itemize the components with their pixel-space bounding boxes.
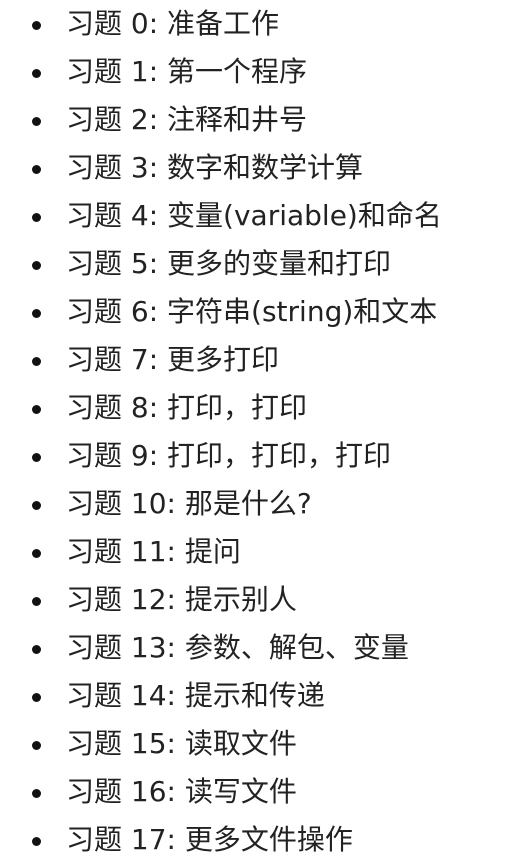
bullet-icon [32, 165, 41, 174]
exercise-link[interactable]: 习题 9: 打印，打印，打印 [66, 432, 391, 480]
exercise-link[interactable]: 习题 7: 更多打印 [66, 336, 279, 384]
exercise-link[interactable]: 习题 1: 第一个程序 [66, 48, 307, 96]
list-item[interactable]: 习题 2: 注释和井号 [0, 96, 510, 144]
exercise-link[interactable]: 习题 2: 注释和井号 [66, 96, 307, 144]
list-item[interactable]: 习题 3: 数字和数学计算 [0, 144, 510, 192]
exercise-link[interactable]: 习题 17: 更多文件操作 [66, 816, 353, 864]
list-item[interactable]: 习题 7: 更多打印 [0, 336, 510, 384]
bullet-icon [32, 405, 41, 414]
exercise-link[interactable]: 习题 13: 参数、解包、变量 [66, 624, 409, 672]
bullet-icon [32, 309, 41, 318]
bullet-icon [32, 645, 41, 654]
list-item[interactable]: 习题 9: 打印，打印，打印 [0, 432, 510, 480]
exercise-link[interactable]: 习题 14: 提示和传递 [66, 672, 325, 720]
exercise-link[interactable]: 习题 6: 字符串(string)和文本 [66, 288, 437, 336]
bullet-icon [32, 549, 41, 558]
bullet-icon [32, 741, 41, 750]
list-item[interactable]: 习题 5: 更多的变量和打印 [0, 240, 510, 288]
exercise-link[interactable]: 习题 5: 更多的变量和打印 [66, 240, 391, 288]
exercise-link[interactable]: 习题 15: 读取文件 [66, 720, 297, 768]
exercise-link[interactable]: 习题 4: 变量(variable)和命名 [66, 192, 442, 240]
bullet-icon [32, 837, 41, 846]
bullet-icon [32, 117, 41, 126]
bullet-icon [32, 21, 41, 30]
exercise-list: 习题 0: 准备工作 习题 1: 第一个程序 习题 2: 注释和井号 习题 3:… [0, 0, 510, 864]
list-item[interactable]: 习题 16: 读写文件 [0, 768, 510, 816]
exercise-link[interactable]: 习题 0: 准备工作 [66, 0, 279, 48]
exercise-link[interactable]: 习题 11: 提问 [66, 528, 241, 576]
bullet-icon [32, 357, 41, 366]
list-item[interactable]: 习题 14: 提示和传递 [0, 672, 510, 720]
list-item[interactable]: 习题 1: 第一个程序 [0, 48, 510, 96]
bullet-icon [32, 693, 41, 702]
bullet-icon [32, 789, 41, 798]
bullet-icon [32, 69, 41, 78]
exercise-link[interactable]: 习题 8: 打印，打印 [66, 384, 307, 432]
list-item[interactable]: 习题 17: 更多文件操作 [0, 816, 510, 864]
exercise-link[interactable]: 习题 10: 那是什么? [66, 480, 312, 528]
list-item[interactable]: 习题 4: 变量(variable)和命名 [0, 192, 510, 240]
list-item[interactable]: 习题 8: 打印，打印 [0, 384, 510, 432]
exercise-link[interactable]: 习题 3: 数字和数学计算 [66, 144, 363, 192]
list-item[interactable]: 习题 0: 准备工作 [0, 0, 510, 48]
list-item[interactable]: 习题 12: 提示别人 [0, 576, 510, 624]
bullet-icon [32, 453, 41, 462]
list-item[interactable]: 习题 13: 参数、解包、变量 [0, 624, 510, 672]
exercise-link[interactable]: 习题 16: 读写文件 [66, 768, 297, 816]
bullet-icon [32, 261, 41, 270]
list-item[interactable]: 习题 10: 那是什么? [0, 480, 510, 528]
bullet-icon [32, 213, 41, 222]
bullet-icon [32, 501, 41, 510]
list-item[interactable]: 习题 6: 字符串(string)和文本 [0, 288, 510, 336]
list-item[interactable]: 习题 15: 读取文件 [0, 720, 510, 768]
exercise-link[interactable]: 习题 12: 提示别人 [66, 576, 297, 624]
bullet-icon [32, 597, 41, 606]
list-item[interactable]: 习题 11: 提问 [0, 528, 510, 576]
